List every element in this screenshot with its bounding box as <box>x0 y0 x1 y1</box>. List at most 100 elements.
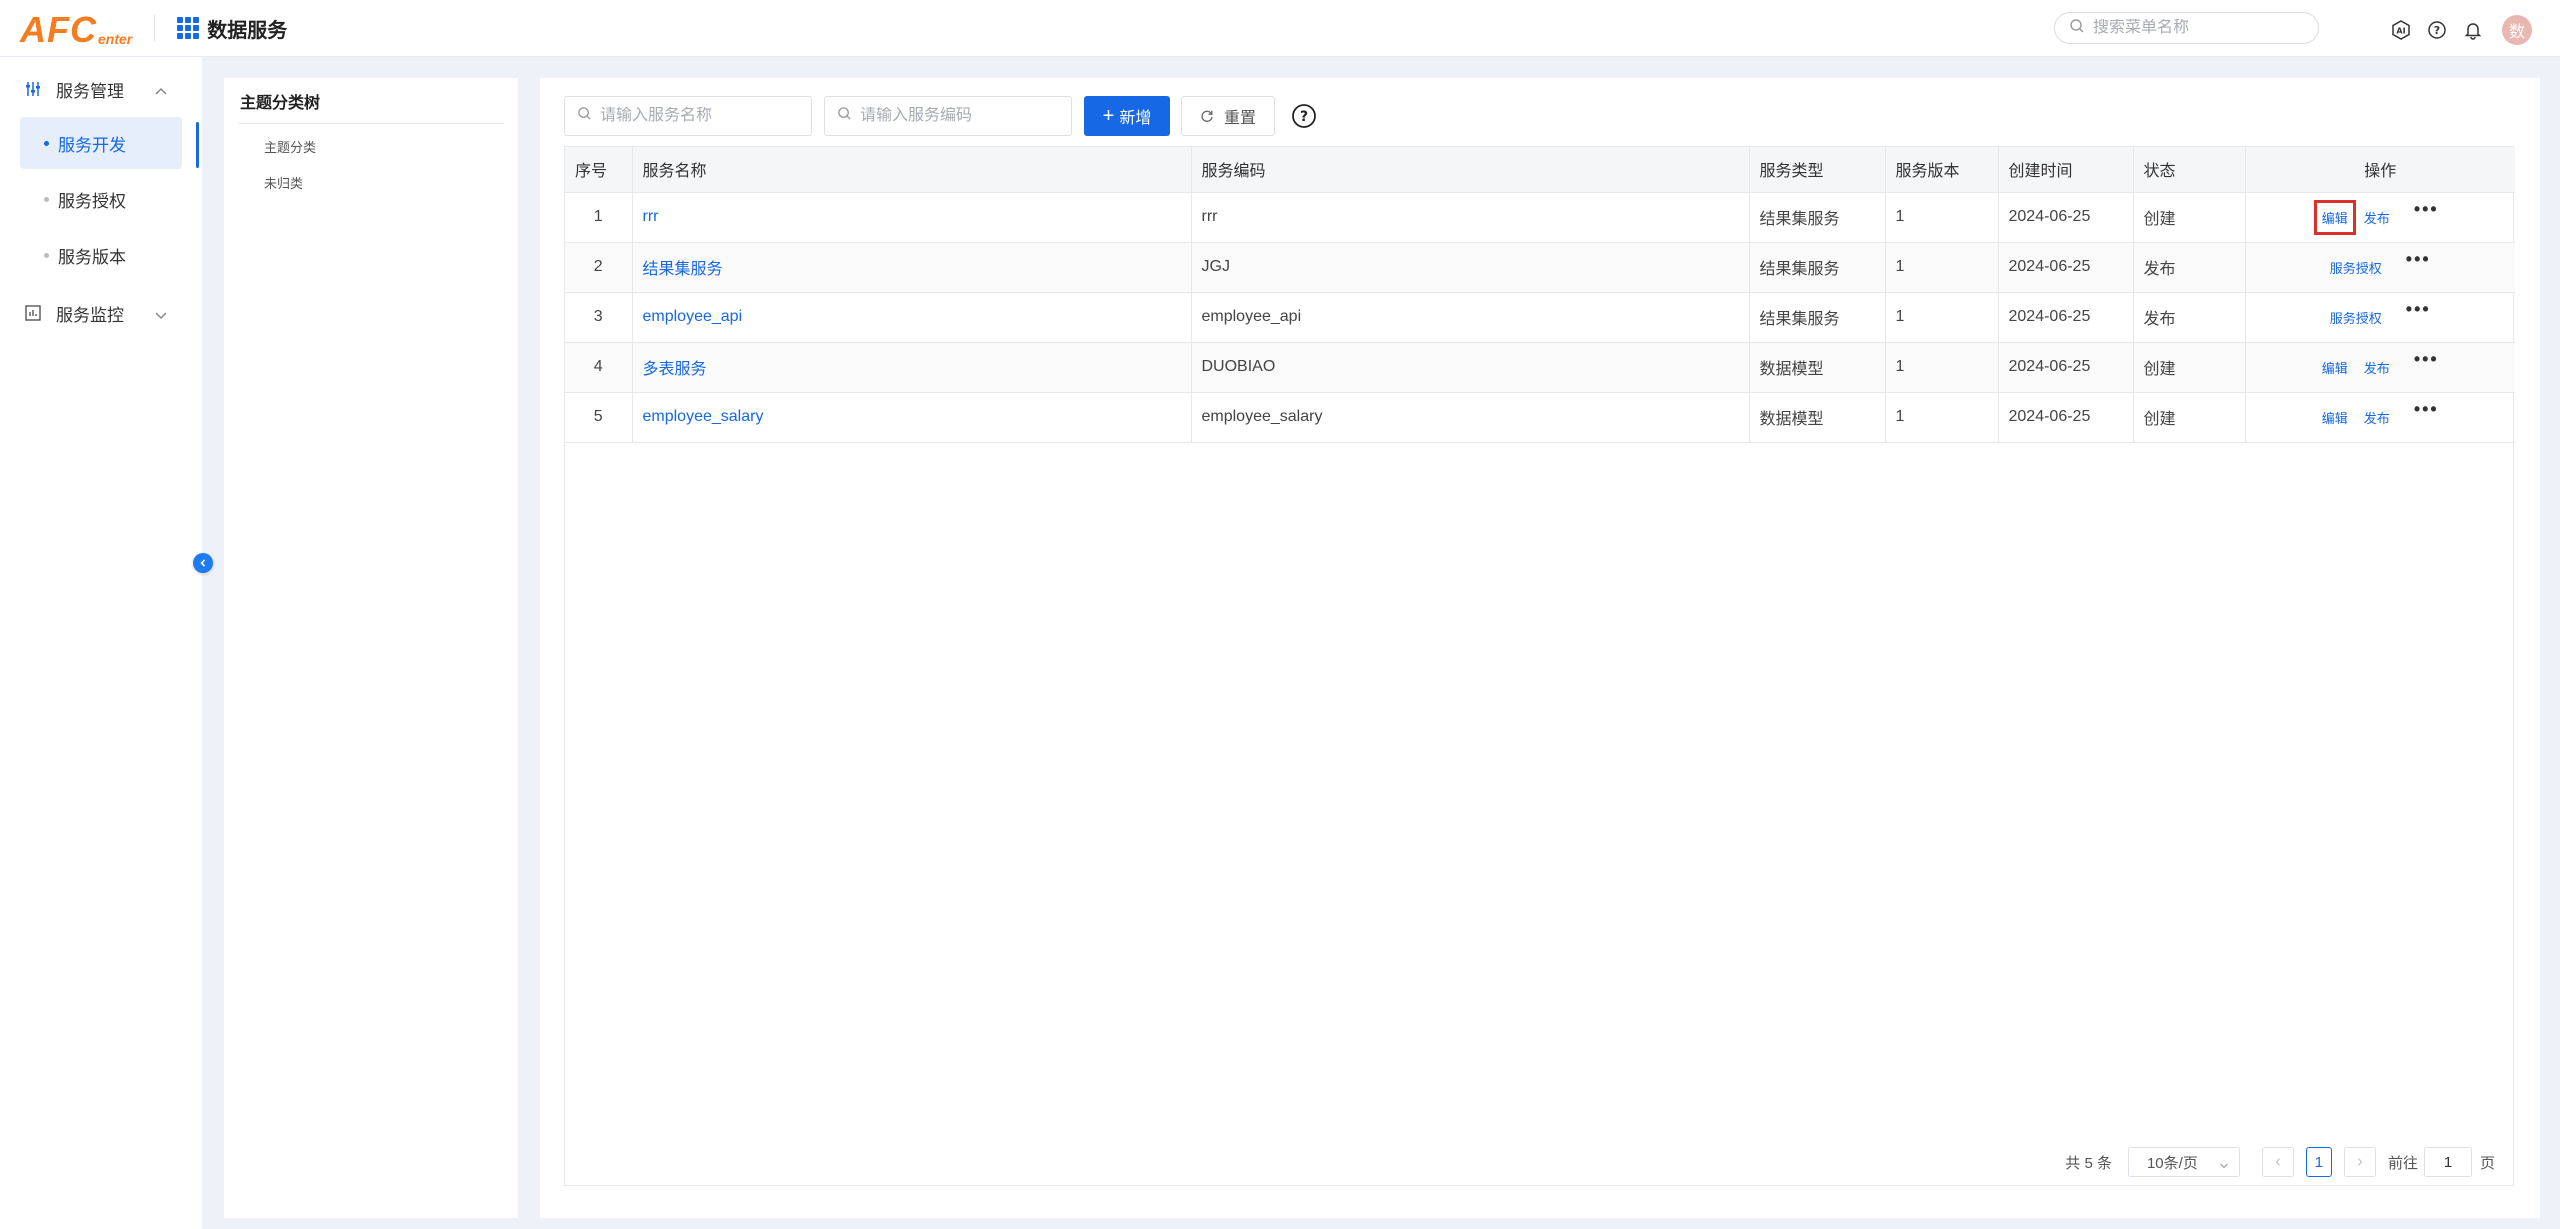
active-indicator-bar <box>196 122 199 168</box>
top-header: AFC enter 数据服务 AI ? 数 <box>0 0 2560 57</box>
edit-link[interactable]: 编辑 <box>2322 408 2348 427</box>
sidebar-group-service-management[interactable]: 服务管理 <box>0 61 202 117</box>
chevron-down-icon <box>154 305 168 325</box>
cell-status: 创建 <box>2133 192 2246 243</box>
menu-search-input[interactable] <box>2093 19 2293 37</box>
cell-version: 1 <box>1885 292 1999 343</box>
chevron-left-icon <box>200 559 206 567</box>
sidebar-item-service-dev[interactable]: 服务开发 <box>20 117 182 169</box>
sidebar-item-service-auth[interactable]: 服务授权 <box>20 173 182 225</box>
cell-created: 2024-06-25 <box>1998 192 2134 243</box>
service-name-link[interactable]: rrr <box>643 208 659 225</box>
bullet-dot <box>44 196 49 202</box>
cell-code: employee_salary <box>1191 392 1750 443</box>
svg-text:AI: AI <box>2396 27 2405 36</box>
sidebar-group-service-monitor[interactable]: 服务监控 <box>0 285 202 341</box>
edit-link[interactable]: 编辑 <box>2313 199 2356 235</box>
cell-created: 2024-06-25 <box>1998 292 2134 343</box>
cell-no: 4 <box>565 342 633 393</box>
cell-status: 创建 <box>2133 392 2246 443</box>
column-header-actions: 操作 <box>2245 147 2515 193</box>
more-actions-icon[interactable]: ••• <box>2406 249 2431 270</box>
chevron-left-icon <box>2275 1158 2280 1166</box>
question-circle-icon[interactable]: ? <box>1291 103 1317 129</box>
cell-status: 发布 <box>2133 242 2246 293</box>
service-list-panel: + 新增 重置 ? 序号 服务名称 服务编码 服务类型 服务版本 <box>540 78 2540 1218</box>
cell-created: 2024-06-25 <box>1998 242 2134 293</box>
prev-page-button[interactable] <box>2261 1147 2294 1177</box>
chevron-up-icon <box>154 81 168 101</box>
cell-created: 2024-06-25 <box>1998 392 2134 443</box>
plus-icon: + <box>1102 105 1115 127</box>
cell-type: 数据模型 <box>1749 392 1886 443</box>
authorize-link[interactable]: 服务授权 <box>2330 258 2382 277</box>
table-row: 1 rrr rrr 结果集服务 1 2024-06-25 创建 编辑 发布 ••… <box>565 192 2515 243</box>
service-code-search[interactable] <box>824 96 1072 136</box>
row-actions: 编辑 发布 ••• <box>2246 399 2516 428</box>
avatar[interactable]: 数 <box>2502 15 2532 45</box>
more-actions-icon[interactable]: ••• <box>2414 349 2439 370</box>
row-actions: 服务授权 ••• <box>2246 249 2516 278</box>
sidebar-item-label: 服务版本 <box>58 247 126 267</box>
service-name-link[interactable]: employee_api <box>643 308 743 325</box>
page-suffix: 页 <box>2479 1154 2495 1172</box>
more-actions-icon[interactable]: ••• <box>2414 199 2439 220</box>
table-row: 5 employee_salary employee_salary 数据模型 1… <box>565 392 2516 443</box>
ai-assistant-icon[interactable]: AI <box>2390 19 2412 41</box>
edit-link[interactable]: 编辑 <box>2322 358 2348 377</box>
cell-type: 结果集服务 <box>1749 292 1886 343</box>
sidebar-collapse-button[interactable] <box>193 553 213 573</box>
service-name-search[interactable] <box>564 96 812 136</box>
more-actions-icon[interactable]: ••• <box>2414 399 2439 420</box>
cell-code: rrr <box>1191 192 1750 243</box>
column-header-type: 服务类型 <box>1749 147 1886 193</box>
authorize-link[interactable]: 服务授权 <box>2330 308 2382 327</box>
cell-created: 2024-06-25 <box>1998 342 2134 393</box>
bell-icon[interactable] <box>2462 19 2484 41</box>
svg-text:?: ? <box>1300 109 1308 125</box>
table-header-row: 序号 服务名称 服务编码 服务类型 服务版本 创建时间 状态 操作 <box>565 147 2515 193</box>
more-actions-icon[interactable]: ••• <box>2406 299 2431 320</box>
goto-page-input[interactable]: 1 <box>2423 1147 2472 1177</box>
page-number-current[interactable]: 1 <box>2305 1147 2332 1177</box>
service-name-link[interactable]: employee_salary <box>643 408 764 425</box>
cell-no: 5 <box>565 392 633 443</box>
add-button-label: 新增 <box>1119 110 1152 127</box>
cell-version: 1 <box>1885 342 1999 393</box>
help-icon[interactable]: ? <box>2426 19 2448 41</box>
table-row: 4 多表服务 DUOBIAO 数据模型 1 2024-06-25 创建 编辑 发… <box>565 342 2515 393</box>
publish-link[interactable]: 发布 <box>2364 208 2390 227</box>
menu-search-box[interactable] <box>2054 12 2319 44</box>
goto-label: 前往 <box>2387 1154 2418 1172</box>
topic-tree-panel: 主题分类树 主题分类 未归类 <box>224 78 518 1218</box>
tree-node-uncategorized[interactable]: 未归类 <box>224 164 518 200</box>
service-name-link[interactable]: 多表服务 <box>643 361 707 378</box>
cell-version: 1 <box>1885 392 1999 443</box>
cell-version: 1 <box>1885 242 1999 293</box>
publish-link[interactable]: 发布 <box>2364 358 2390 377</box>
add-service-button[interactable]: + 新增 <box>1084 96 1170 136</box>
table-row: 3 employee_api employee_api 结果集服务 1 2024… <box>565 292 2515 343</box>
service-name-input[interactable] <box>600 107 800 125</box>
tree-node-topic-category[interactable]: 主题分类 <box>224 128 518 164</box>
logo-big-text: AFC <box>20 9 97 50</box>
search-icon <box>837 106 852 126</box>
afcenter-logo[interactable]: AFC enter <box>20 8 132 48</box>
service-code-input[interactable] <box>860 107 1060 125</box>
cell-no: 3 <box>565 292 633 343</box>
cell-no: 2 <box>565 242 633 293</box>
reset-button[interactable]: 重置 <box>1181 96 1275 136</box>
column-header-created: 创建时间 <box>1998 147 2134 193</box>
sidebar-group-label: 服务管理 <box>56 81 124 101</box>
page-size-select[interactable]: 10条/页 <box>2127 1147 2240 1177</box>
cell-code: employee_api <box>1191 292 1750 343</box>
publish-link[interactable]: 发布 <box>2364 408 2390 427</box>
service-name-link[interactable]: 结果集服务 <box>643 261 723 278</box>
sidebar-item-service-version[interactable]: 服务版本 <box>20 229 182 281</box>
cell-status: 创建 <box>2133 342 2246 393</box>
next-page-button[interactable] <box>2343 1147 2376 1177</box>
app-grid-icon[interactable] <box>177 17 200 39</box>
app-title: 数据服务 <box>207 19 288 42</box>
sidebar-item-label: 服务授权 <box>58 191 126 211</box>
page-size-value: 10条/页 <box>2146 1154 2198 1172</box>
